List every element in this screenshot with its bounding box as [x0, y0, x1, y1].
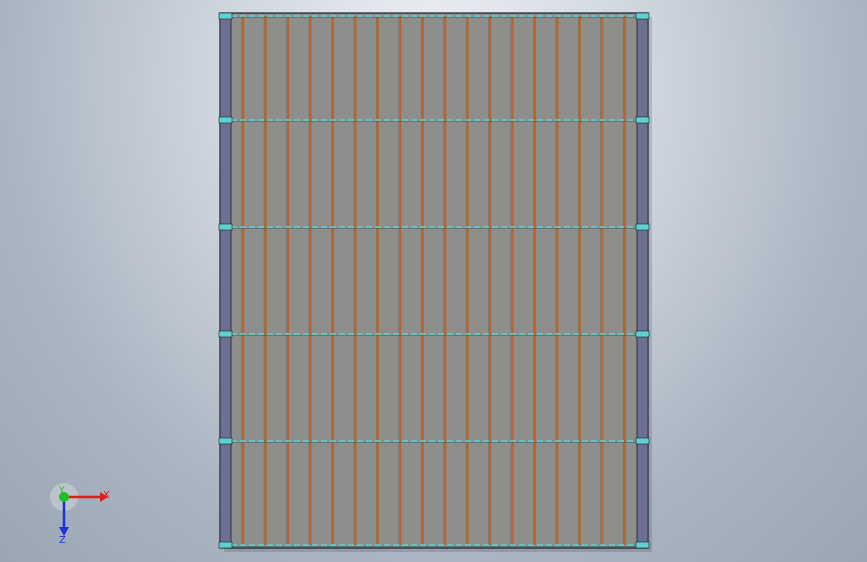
beam-end-block[interactable] — [218, 116, 233, 124]
axis-triad: X Y Z — [50, 483, 110, 546]
y-axis-label: Y — [58, 486, 65, 496]
beam-end-block[interactable] — [635, 437, 650, 445]
beam-end-block[interactable] — [218, 223, 233, 231]
beam-end-block[interactable] — [635, 12, 650, 20]
beam-end-block[interactable] — [218, 12, 233, 20]
pallet-model[interactable] — [0, 0, 867, 562]
beam-end-block[interactable] — [635, 330, 650, 338]
deck-panel[interactable] — [219, 12, 649, 549]
left-side-rail[interactable] — [219, 12, 232, 549]
beam-end-block[interactable] — [635, 541, 650, 549]
graphics-viewport[interactable]: X Y Z — [0, 0, 867, 562]
right-side-rail[interactable] — [636, 12, 649, 549]
x-axis-label: X — [103, 490, 110, 501]
beam-end-block[interactable] — [218, 541, 233, 549]
beam-end-block[interactable] — [218, 330, 233, 338]
z-axis-label: Z — [59, 535, 66, 546]
beam-end-block[interactable] — [218, 437, 233, 445]
beam-end-block[interactable] — [635, 116, 650, 124]
beam-end-block[interactable] — [635, 223, 650, 231]
